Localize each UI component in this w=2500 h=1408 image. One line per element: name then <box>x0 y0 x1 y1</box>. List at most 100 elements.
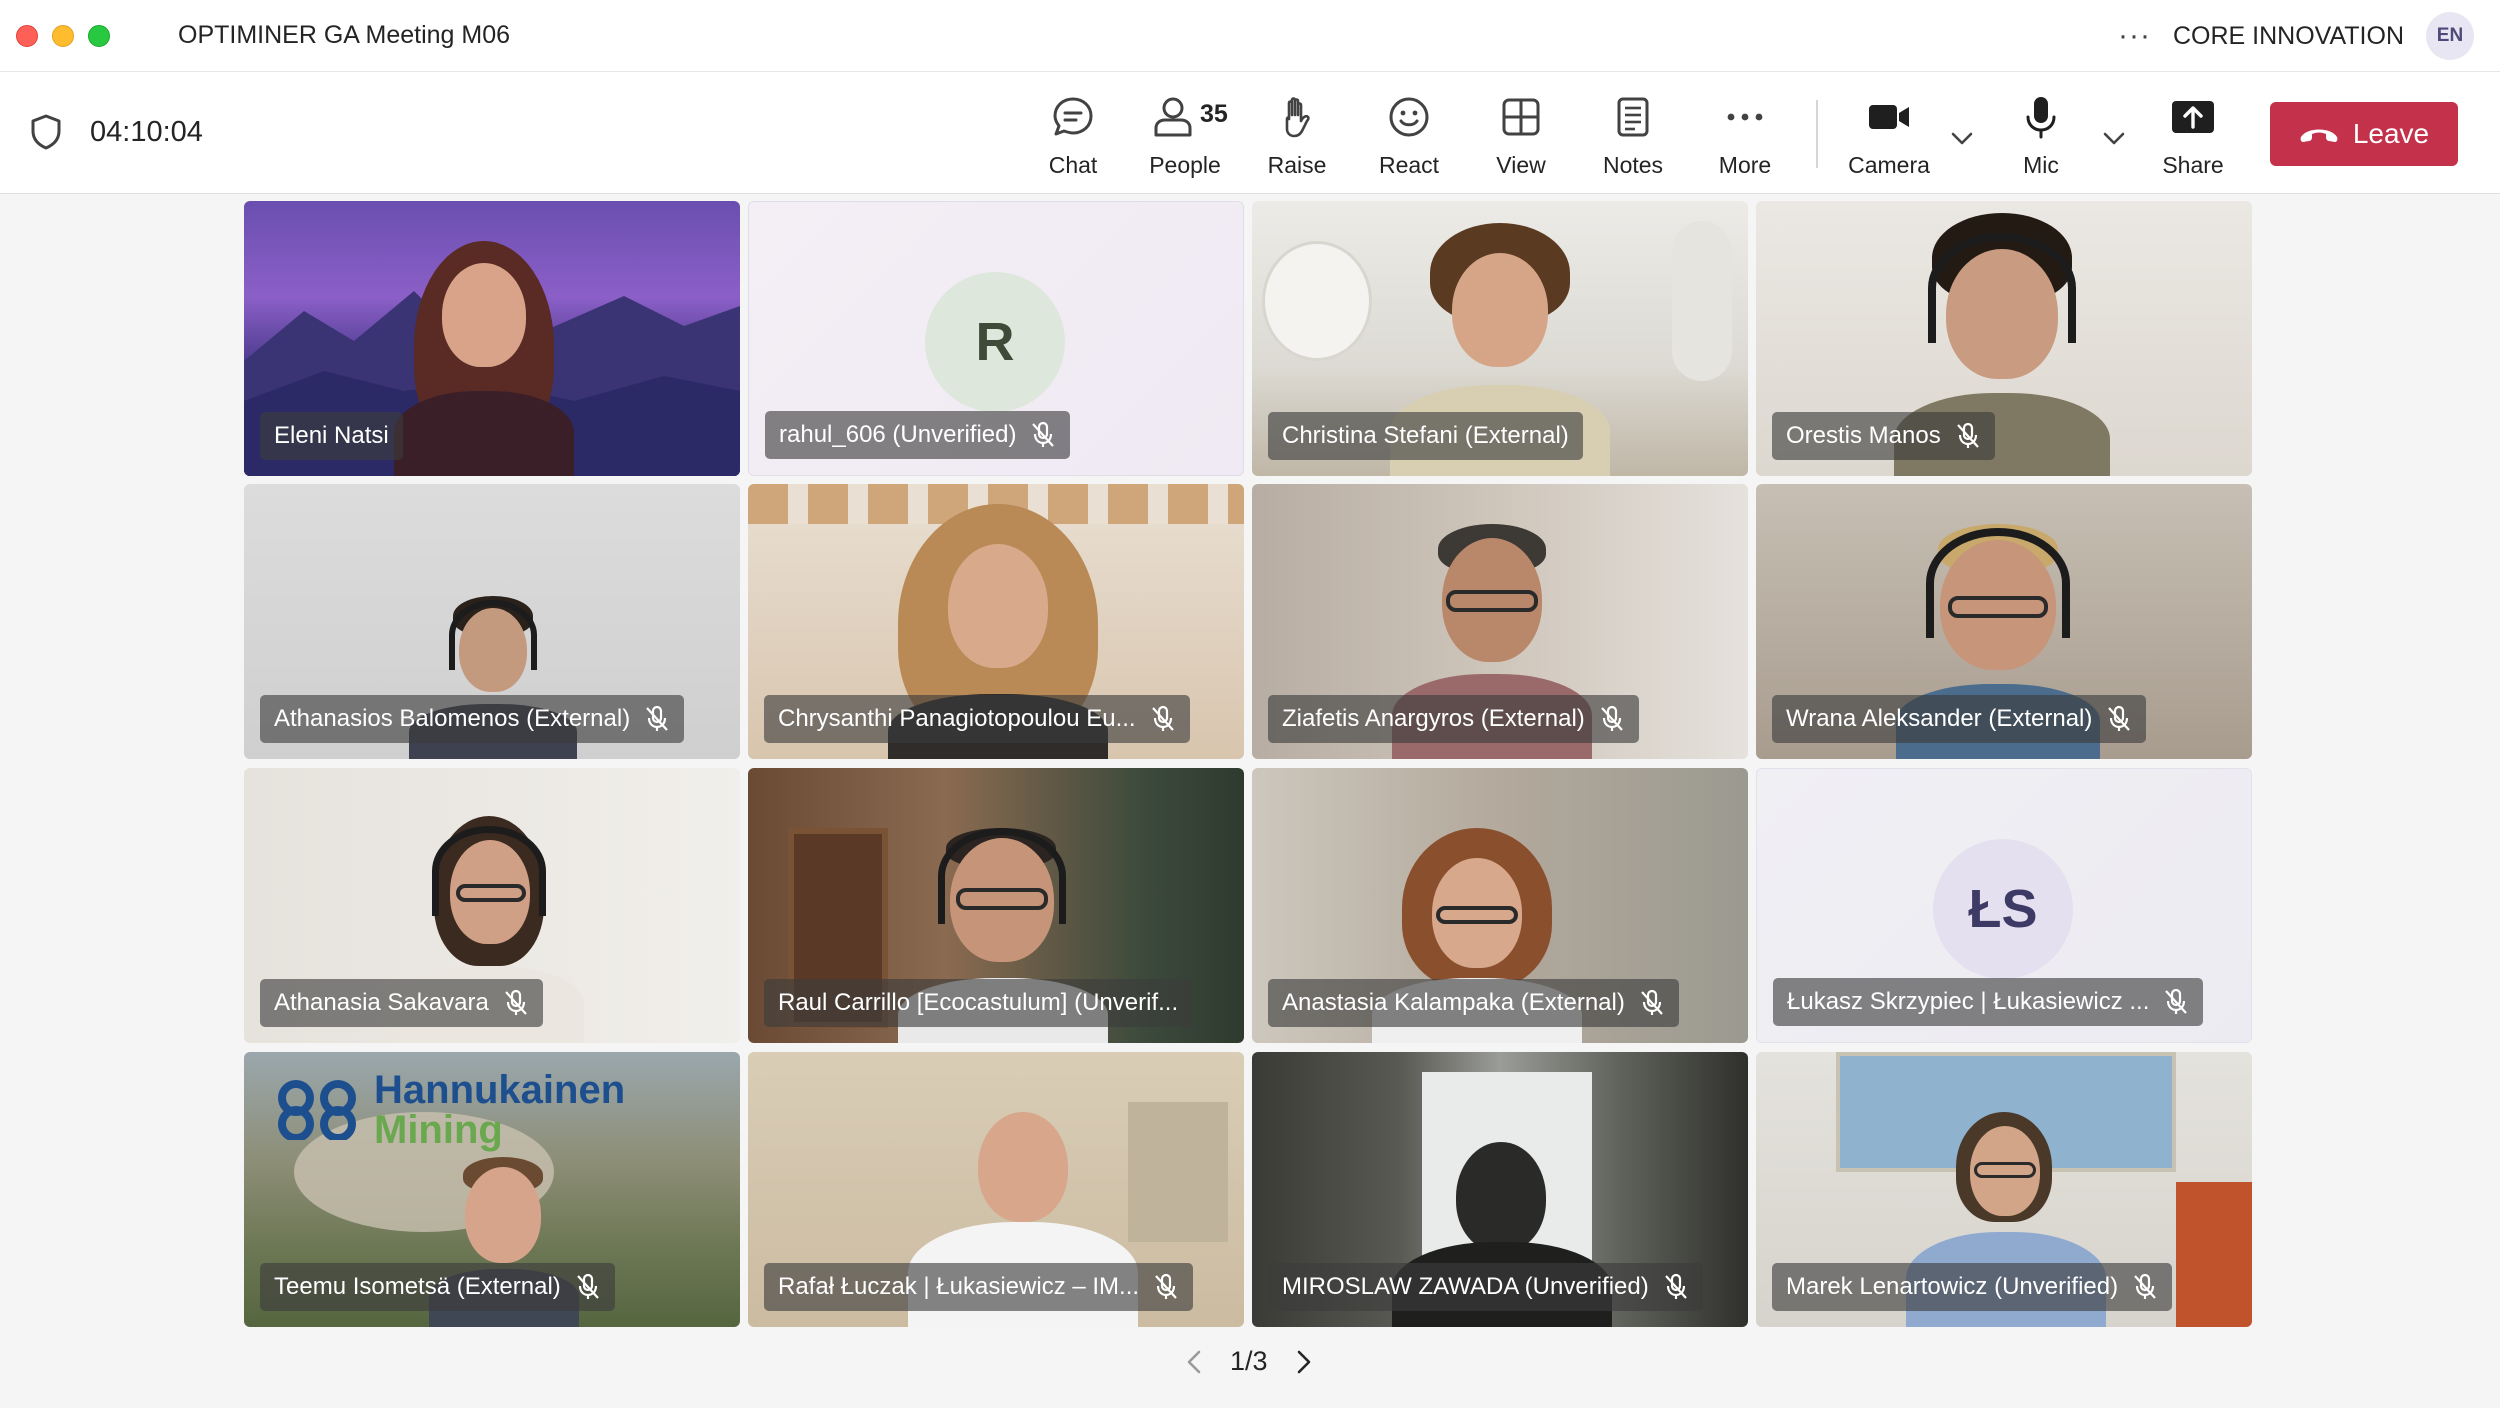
logo-text-line2: Mining <box>374 1108 503 1152</box>
participant-tile-anastasia-kalampaka[interactable]: Anastasia Kalampaka (External) <box>1252 768 1748 1043</box>
close-window-button[interactable] <box>16 24 38 47</box>
participant-tile-eleni-natsi[interactable]: Eleni Natsi <box>244 201 740 476</box>
mic-off-icon <box>504 989 527 1015</box>
mic-button[interactable]: Mic <box>1986 90 2096 186</box>
notes-button[interactable]: Notes <box>1578 90 1688 186</box>
participant-name-pill: rahul_606 (Unverified) <box>765 411 1071 459</box>
participant-name: MIROSLAW ZAWADA (Unverified) <box>1282 1273 1649 1300</box>
people-button[interactable]: 35 People <box>1130 90 1240 186</box>
participant-name-pill: Christina Stefani (External) <box>1268 412 1583 460</box>
camera-icon <box>1869 105 1909 129</box>
camera-button[interactable]: Camera <box>1834 90 1944 186</box>
participant-name-pill: Marek Lenartowicz (Unverified) <box>1772 1263 2173 1311</box>
share-button[interactable]: Share <box>2138 90 2248 186</box>
logo-text-line1: Hannukainen <box>374 1068 626 1112</box>
participant-tile-orestis-manos[interactable]: Orestis Manos <box>1756 201 2252 476</box>
smiley-icon <box>1389 97 1429 137</box>
participant-tile-athanasios-balomenos[interactable]: Athanasios Balomenos (External) <box>244 484 740 759</box>
people-label: People <box>1149 152 1221 178</box>
participant-name-pill: Ziafetis Anargyros (External) <box>1268 695 1639 743</box>
chat-button[interactable]: Chat <box>1018 90 1128 186</box>
participant-name-pill: Athanasios Balomenos (External) <box>260 695 685 743</box>
participant-name-pill: Athanasia Sakavara <box>260 979 543 1027</box>
mic-options-chevron-down-icon[interactable] <box>2100 124 2128 152</box>
shield-icon[interactable] <box>30 114 62 150</box>
avatar: ŁS <box>1933 839 2073 979</box>
room-decor <box>1672 221 1732 381</box>
participant-name: Rafał Łuczak | Łukasiewicz – IM... <box>778 1273 1140 1300</box>
view-label: View <box>1496 152 1546 178</box>
notes-label: Notes <box>1602 152 1664 178</box>
participant-tile-chrysanthi-panagiotopoulou[interactable]: Chrysanthi Panagiotopoulou Eu... <box>748 484 1244 759</box>
company-logo: Hannukainen Mining <box>274 1070 625 1150</box>
participant-name: Anastasia Kalampaka (External) <box>1282 989 1625 1016</box>
participant-tile-christina-stefani[interactable]: Christina Stefani (External) <box>1252 201 1748 476</box>
cork-board <box>1128 1102 1228 1242</box>
minimize-window-button[interactable] <box>52 24 74 47</box>
participant-name: Raul Carrillo [Ecocastulum] (Unverif... <box>778 989 1179 1016</box>
view-button[interactable]: View <box>1466 90 1576 186</box>
participant-name: Eleni Natsi <box>274 422 389 449</box>
hand-icon <box>1285 97 1310 138</box>
raise-label: Raise <box>1267 152 1327 178</box>
more-options-icon[interactable]: ··· <box>2118 21 2151 51</box>
mic-label: Mic <box>2023 152 2059 178</box>
participant-name-pill: Orestis Manos <box>1772 412 1995 460</box>
more-dots-icon <box>1727 113 1763 121</box>
meeting-timer: 04:10:04 <box>90 116 203 148</box>
react-button[interactable]: React <box>1354 90 1464 186</box>
mic-off-icon <box>1600 705 1623 731</box>
react-label: React <box>1378 152 1440 178</box>
meeting-title: OPTIMINER GA Meeting M06 <box>178 21 511 49</box>
next-page-chevron-right-icon[interactable] <box>1290 1347 1318 1377</box>
participant-tile-raul-carrillo[interactable]: Raul Carrillo [Ecocastulum] (Unverif... <box>748 768 1244 1043</box>
participant-name: Teemu Isometsä (External) <box>274 1273 561 1300</box>
participant-tile-wrana-aleksander[interactable]: Wrana Aleksander (External) <box>1756 484 2252 759</box>
participant-tile-marek-lenartowicz[interactable]: Marek Lenartowicz (Unverified) <box>1756 1052 2252 1327</box>
participant-name-pill: Chrysanthi Panagiotopoulou Eu... <box>764 695 1190 743</box>
participant-name-pill: Łukasz Skrzypiec | Łukasiewicz ... <box>1773 978 2204 1026</box>
video-gallery: Eleni Natsi R rahul_606 (Unverified) Chr… <box>0 194 2500 1408</box>
participant-name: Łukasz Skrzypiec | Łukasiewicz ... <box>1787 988 2150 1015</box>
participant-name: Christina Stefani (External) <box>1282 422 1569 449</box>
microphone-icon <box>2026 97 2056 139</box>
participant-tile-miroslaw-zawada[interactable]: MIROSLAW ZAWADA (Unverified) <box>1252 1052 1748 1327</box>
participant-name-pill: MIROSLAW ZAWADA (Unverified) <box>1268 1263 1703 1311</box>
participant-tile-rafal-luczak[interactable]: Rafał Łuczak | Łukasiewicz – IM... <box>748 1052 1244 1327</box>
participant-name-pill: Eleni Natsi <box>260 412 403 460</box>
participant-tile-ziafetis-anargyros[interactable]: Ziafetis Anargyros (External) <box>1252 484 1748 759</box>
people-icon <box>1154 97 1192 137</box>
chat-icon <box>1053 97 1093 136</box>
mic-off-icon <box>1641 989 1663 1015</box>
hannukainen-logo-icon <box>278 1080 356 1140</box>
account-avatar[interactable]: EN <box>2426 12 2474 60</box>
leave-button[interactable]: Leave <box>2270 102 2458 166</box>
meeting-toolbar: 04:10:04 Chat 35 People Raise React View… <box>0 72 2500 194</box>
notes-icon <box>1617 97 1649 137</box>
participant-name: Orestis Manos <box>1786 422 1941 449</box>
leave-label: Leave <box>2352 118 2430 149</box>
share-screen-icon <box>2172 101 2214 133</box>
participant-name: rahul_606 (Unverified) <box>779 421 1017 448</box>
participant-name: Wrana Aleksander (External) <box>1786 705 2093 732</box>
participant-tile-athanasia-sakavara[interactable]: Athanasia Sakavara <box>244 768 740 1043</box>
previous-page-chevron-left-icon[interactable] <box>1180 1347 1208 1377</box>
participant-tile-rahul-606[interactable]: R rahul_606 (Unverified) <box>748 201 1244 476</box>
mic-off-icon <box>576 1273 599 1299</box>
hang-up-phone-icon <box>2300 129 2338 142</box>
more-button[interactable]: More <box>1690 90 1800 186</box>
participant-tile-lukasz-skrzypiec[interactable]: ŁS Łukasz Skrzypiec | Łukasiewicz ... <box>1756 768 2252 1043</box>
page-indicator: 1/3 <box>1230 1346 1268 1376</box>
participant-tile-teemu-isometsa[interactable]: Hannukainen Mining Teemu Isometsä (Exter… <box>244 1052 740 1327</box>
mic-off-icon <box>2165 988 2188 1014</box>
org-name[interactable]: CORE INNOVATION <box>2173 22 2404 51</box>
maximize-window-button[interactable] <box>88 24 110 47</box>
raise-hand-button[interactable]: Raise <box>1242 90 1352 186</box>
share-label: Share <box>2162 152 2224 178</box>
camera-options-chevron-down-icon[interactable] <box>1948 124 1976 152</box>
participant-name: Ziafetis Anargyros (External) <box>1282 705 1585 732</box>
participant-name-pill: Rafał Łuczak | Łukasiewicz – IM... <box>764 1263 1194 1311</box>
chat-label: Chat <box>1048 152 1098 178</box>
mic-off-icon <box>1032 421 1055 447</box>
orange-chair <box>2176 1182 2252 1327</box>
